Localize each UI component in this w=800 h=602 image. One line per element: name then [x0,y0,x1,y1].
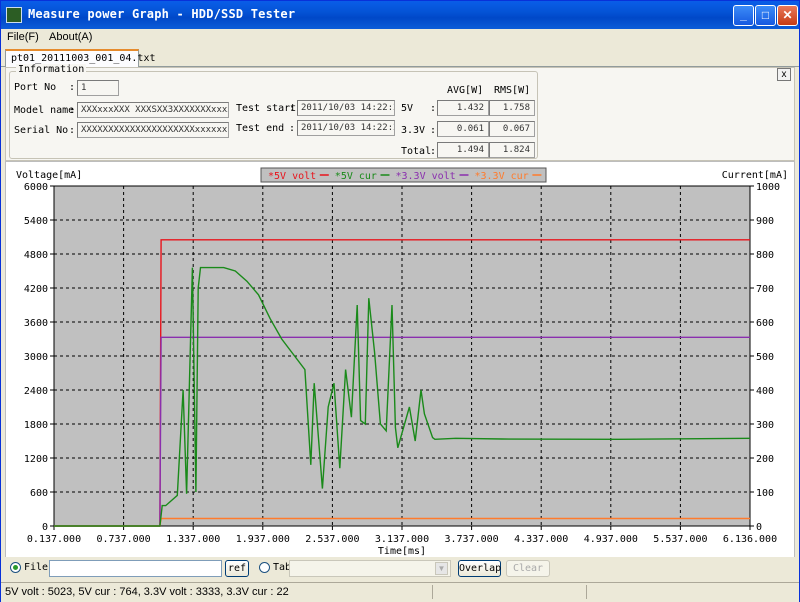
row-total-label: Total [401,146,432,157]
y-left-tick-label: 2400 [24,386,48,397]
app-window: Measure power Graph - HDD/SSD Tester _ □… [0,0,800,602]
legend-entry: *3.3V cur [475,171,529,182]
y-left-tick-label: 1200 [24,454,48,465]
information-label: Information [16,64,87,75]
minimize-button[interactable]: _ [733,5,754,26]
y-left-tick-label: 3600 [24,318,48,329]
y-right-tick-label: 400 [756,386,774,397]
y-right-axis-title: Current[mA] [722,170,788,181]
port-label: Port No [14,82,57,93]
y-right-tick-label: 600 [756,318,774,329]
row-5v-avg: 1.432 [437,100,489,116]
test-start-label: Test start [236,103,297,114]
status-bar: 5V volt : 5023, 5V cur : 764, 3.3V volt … [1,582,799,602]
y-left-tick-label: 3000 [24,352,48,363]
x-tick-label: 6.136.000 [723,534,777,545]
status-divider [432,585,433,599]
x-tick-label: 2.537.000 [305,534,359,545]
y-right-tick-label: 900 [756,216,774,227]
bottom-toolbar: File ref Tab ▼ Overlap Clear [1,557,799,581]
y-left-tick-label: 0 [42,522,48,533]
x-tick-label: 0.137.000 [27,534,81,545]
y-right-tick-label: 300 [756,420,774,431]
row-3v3-avg: 0.061 [437,121,489,137]
y-left-axis-title: Voltage[mA] [16,170,82,181]
ref-button[interactable]: ref [225,560,249,577]
x-axis-title: Time[ms] [378,546,426,557]
y-right-tick-label: 1000 [756,182,780,193]
tab-select[interactable]: ▼ [289,560,451,577]
test-end-value: 2011/10/03 14:22:26 [297,120,395,136]
test-start-value: 2011/10/03 14:22:20 [297,100,395,116]
x-tick-label: 1.337.000 [166,534,220,545]
close-button[interactable]: ✕ [777,5,798,26]
x-tick-label: 3.737.000 [445,534,499,545]
row-total-rms: 1.824 [489,142,535,158]
row-5v-rms: 1.758 [489,100,535,116]
legend-entry: *5V volt [268,171,316,182]
y-right-tick-label: 800 [756,250,774,261]
port-value: 1 [77,80,119,96]
model-label: Model name [14,105,75,116]
row-total-avg: 1.494 [437,142,489,158]
power-graph[interactable]: 0.137.000 0.737.000 1.337.000 1.937.000 2.53… [6,162,794,558]
test-end-label: Test end [236,123,285,134]
x-tick-label: 3.137.000 [375,534,429,545]
y-right-tick-label: 100 [756,488,774,499]
file-radio[interactable] [10,562,21,573]
y-left-tick-label: 600 [30,488,48,499]
x-tick-label: 0.737.000 [97,534,151,545]
menu-bar: File(F) About(A) [1,29,799,47]
window-title: Measure power Graph - HDD/SSD Tester [28,7,296,21]
y-right-tick-label: 0 [756,522,762,533]
menu-about[interactable]: About(A) [49,31,92,43]
file-path-input[interactable] [49,560,222,577]
y-left-tick-label: 1800 [24,420,48,431]
chevron-down-icon: ▼ [435,562,448,575]
y-left-tick-label: 6000 [24,182,48,193]
maximize-button[interactable]: □ [755,5,776,26]
x-tick-label: 1.937.000 [236,534,290,545]
x-tick-label: 4.337.000 [514,534,568,545]
tab-strip: pt01_20111003_001_04.txt [1,47,799,68]
y-right-tick-label: 500 [756,352,774,363]
chart-area: 0.137.000 0.737.000 1.337.000 1.937.000 2.53… [5,161,795,559]
y-right-tick-label: 200 [756,454,774,465]
x-tick-label: 4.937.000 [584,534,638,545]
y-left-tick-label: 4800 [24,250,48,261]
app-icon [6,7,22,23]
close-panel-button[interactable]: x [777,68,791,81]
title-bar[interactable]: Measure power Graph - HDD/SSD Tester _ □… [1,1,799,29]
row-5v-label: 5V [401,103,414,114]
file-radio-label: File [24,562,49,573]
y-left-tick-label: 4200 [24,284,48,295]
y-right-tick-label: 700 [756,284,774,295]
legend-entry: *3.3V volt [396,171,456,182]
y-left-tick-label: 5400 [24,216,48,227]
legend-entry: *5V cur [335,171,377,182]
row-3v3-rms: 0.067 [489,121,535,137]
clear-button[interactable]: Clear [506,560,550,577]
rms-header: RMS[W] [494,85,531,96]
serial-label: Serial No [14,125,69,136]
status-divider [586,585,587,599]
row-3v3-label: 3.3V [401,125,426,136]
overlap-button[interactable]: Overlap [458,560,501,577]
serial-value: XXXXXXXXXXXXXXXXXXXXXxxxxxx [77,122,229,138]
tab-radio[interactable] [259,562,270,573]
model-value: XXXxxxXXX XXXSXX3XXXXXXXxxxxxxx [77,102,229,118]
avg-header: AVG[W] [447,85,484,96]
menu-file[interactable]: File(F) [7,31,39,43]
x-tick-label: 5.537.000 [653,534,707,545]
